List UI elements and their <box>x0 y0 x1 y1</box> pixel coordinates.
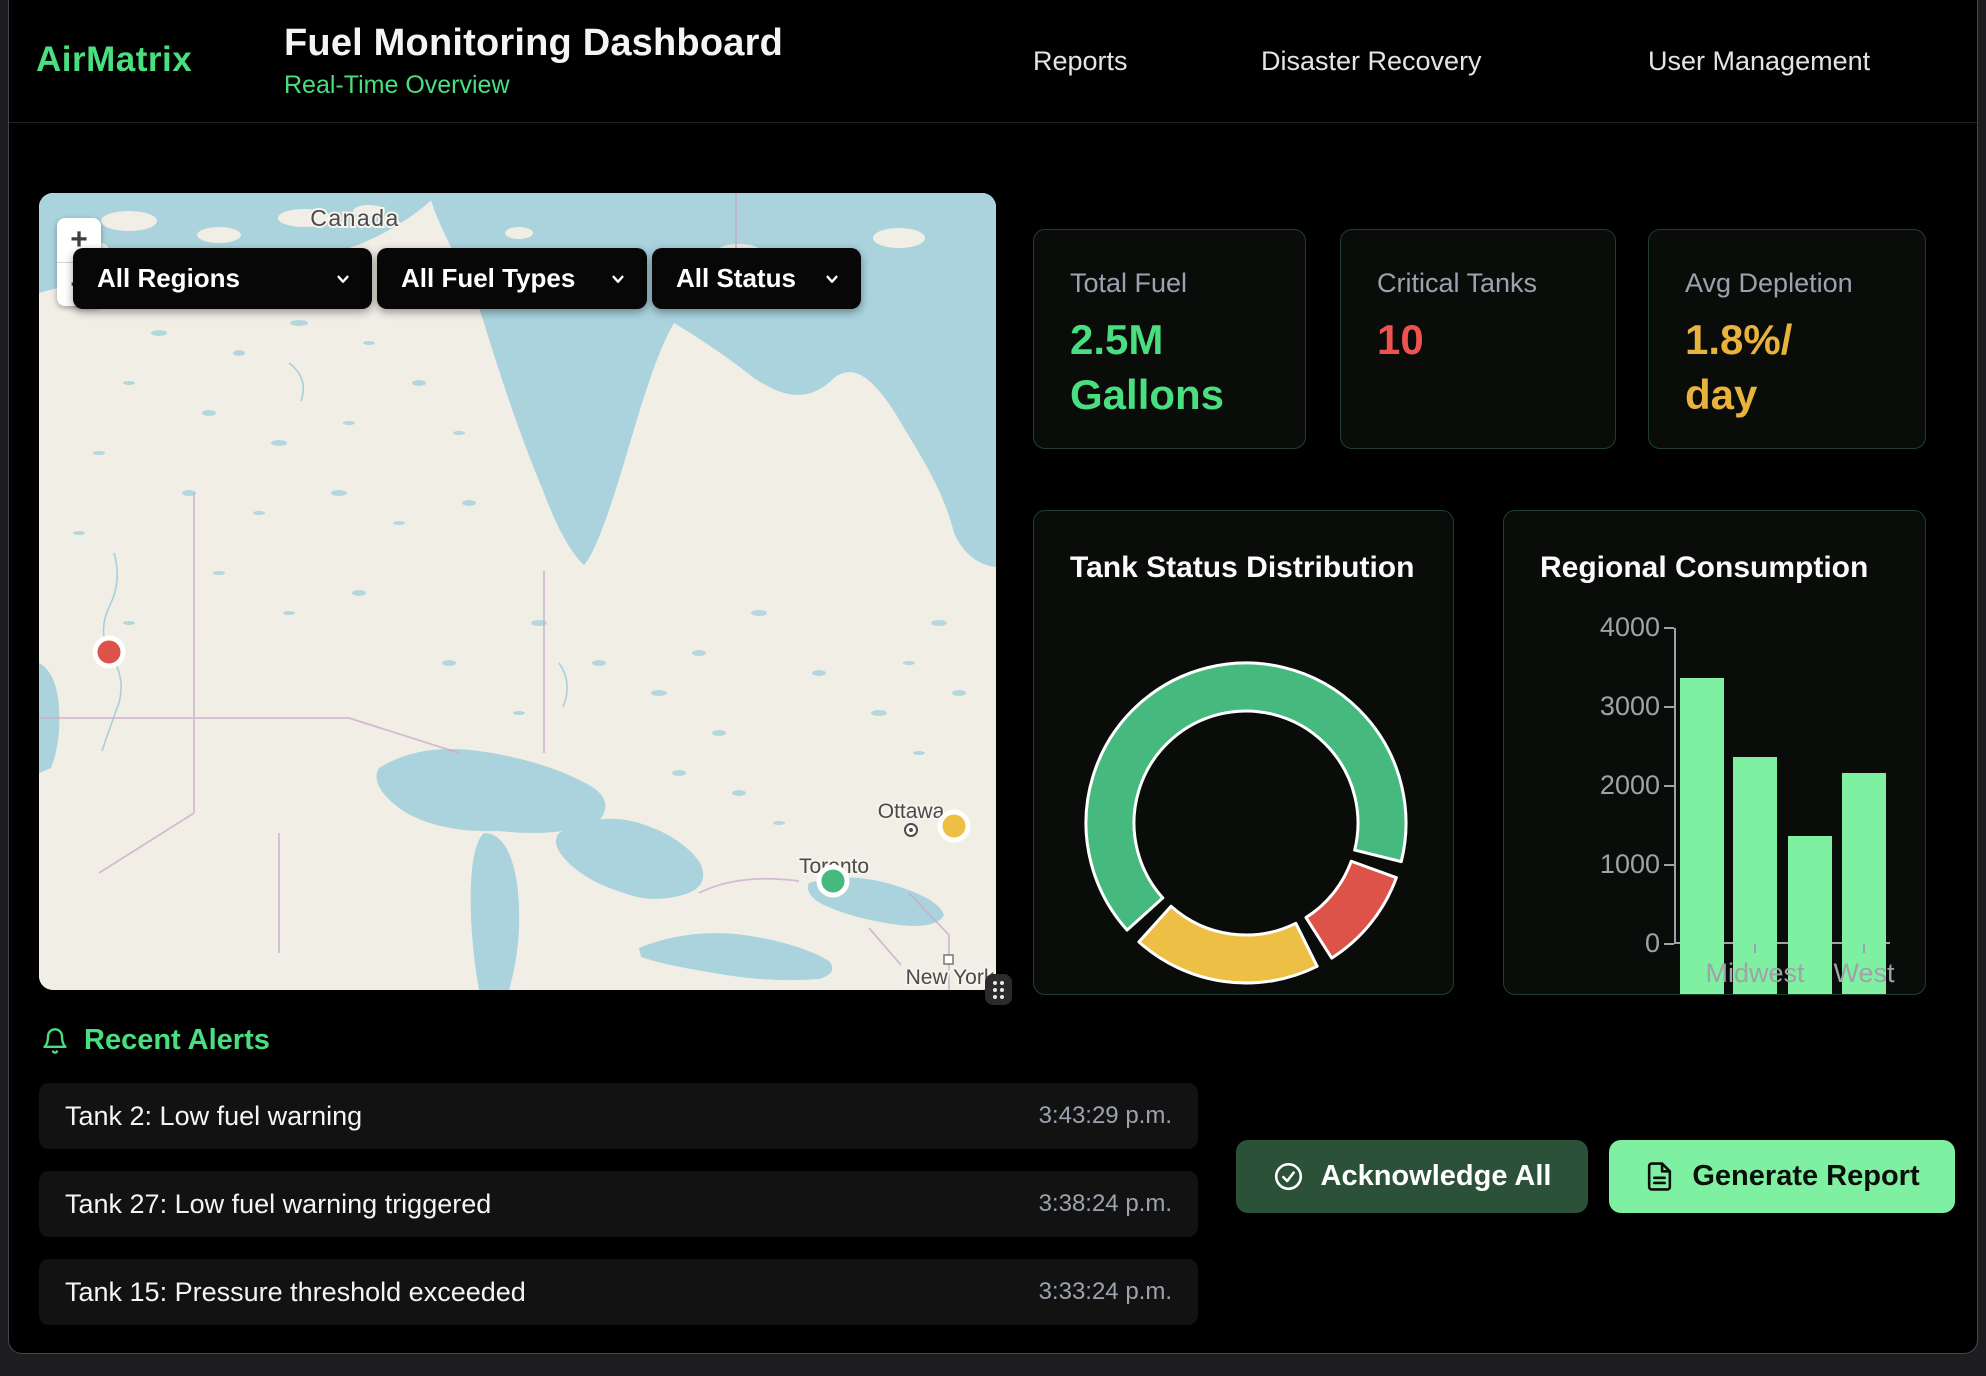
y-axis-tick <box>1664 864 1674 866</box>
chevron-down-icon <box>607 268 629 290</box>
map-resize-handle[interactable] <box>985 974 1012 1005</box>
regional-consumption-bar-chart: 01000200030004000MidwestWest <box>1504 511 1925 994</box>
donut-segment-red-segment <box>1306 861 1396 958</box>
city-label-ottawa: Ottawa <box>878 800 945 823</box>
y-axis-tick-label: 1000 <box>1532 849 1660 880</box>
alerts-header: Recent Alerts <box>41 1024 270 1057</box>
file-document-icon <box>1644 1161 1675 1192</box>
nav-user-management[interactable]: User Management <box>1648 46 1870 77</box>
stat-card-critical-tanks: Critical Tanks 10 <box>1340 229 1616 449</box>
y-axis-tick <box>1664 943 1674 945</box>
page-title: Fuel Monitoring Dashboard <box>284 22 783 65</box>
tank-marker-warning[interactable] <box>940 812 968 840</box>
generate-report-button[interactable]: Generate Report <box>1609 1140 1955 1213</box>
page-subtitle: Real-Time Overview <box>284 71 783 100</box>
city-label-new-york: New York <box>906 966 995 989</box>
brand-logo[interactable]: AirMatrix <box>36 40 192 80</box>
map-canvas: Canada Ottawa Toronto New York <box>39 193 996 990</box>
chevron-down-icon <box>332 268 354 290</box>
alert-row: Tank 2: Low fuel warning 3:43:29 p.m. <box>39 1083 1198 1149</box>
status-filter-label: All Status <box>676 263 796 294</box>
tank-marker-normal[interactable] <box>819 867 847 895</box>
stat-value: 1.8%/​day <box>1685 313 1835 422</box>
y-axis-tick <box>1664 706 1674 708</box>
y-axis-tick-label: 4000 <box>1532 612 1660 643</box>
map-panel[interactable]: Canada Ottawa Toronto New York + − All R… <box>39 193 996 990</box>
y-axis-tick <box>1664 627 1674 629</box>
new-york-city-dot <box>944 955 953 964</box>
regional-consumption-panel: Regional Consumption 01000200030004000Mi… <box>1503 510 1926 995</box>
generate-report-label: Generate Report <box>1692 1160 1919 1193</box>
status-filter-dropdown[interactable]: All Status <box>652 248 861 309</box>
stat-label: Total Fuel <box>1070 268 1305 299</box>
map-filterbar: All Regions All Fuel Types All Status <box>73 248 861 309</box>
region-filter-dropdown[interactable]: All Regions <box>73 248 372 309</box>
nav-disaster-recovery[interactable]: Disaster Recovery <box>1261 46 1482 77</box>
alert-time: 3:33:24 p.m. <box>1039 1278 1172 1306</box>
alert-text: Tank 2: Low fuel warning <box>65 1101 362 1132</box>
stat-card-avg-depletion: Avg Depletion 1.8%/​day <box>1648 229 1926 449</box>
stat-value: 2.5M Gallons <box>1070 313 1280 422</box>
title-block: Fuel Monitoring Dashboard Real-Time Over… <box>284 22 783 100</box>
donut-segment-yellow-segment <box>1139 906 1317 983</box>
bell-icon <box>41 1027 69 1055</box>
tank-marker-critical[interactable] <box>95 638 123 666</box>
check-circle-icon <box>1273 1161 1304 1192</box>
alerts-title: Recent Alerts <box>84 1024 270 1057</box>
x-axis-tick-label: West <box>1794 958 1934 989</box>
x-axis-tick <box>1863 944 1865 953</box>
y-axis-tick-label: 3000 <box>1532 691 1660 722</box>
alert-time: 3:38:24 p.m. <box>1039 1190 1172 1218</box>
alert-time: 3:43:29 p.m. <box>1039 1102 1172 1130</box>
header: AirMatrix Fuel Monitoring Dashboard Real… <box>9 0 1977 123</box>
y-axis-tick-label: 0 <box>1532 928 1660 959</box>
nav-reports[interactable]: Reports <box>1033 46 1128 77</box>
bar-1 <box>1680 678 1724 994</box>
stat-label: Avg Depletion <box>1685 268 1925 299</box>
acknowledge-all-button[interactable]: Acknowledge All <box>1236 1140 1588 1213</box>
y-axis-tick-label: 2000 <box>1532 770 1660 801</box>
alert-text: Tank 27: Low fuel warning triggered <box>65 1189 491 1220</box>
alert-row: Tank 27: Low fuel warning triggered 3:38… <box>39 1171 1198 1237</box>
country-label-canada: Canada <box>310 205 400 231</box>
alert-text: Tank 15: Pressure threshold exceeded <box>65 1277 526 1308</box>
tank-status-panel: Tank Status Distribution <box>1033 510 1454 995</box>
alert-row: Tank 15: Pressure threshold exceeded 3:3… <box>39 1259 1198 1325</box>
app-window: AirMatrix Fuel Monitoring Dashboard Real… <box>8 0 1978 1354</box>
fuel-type-filter-label: All Fuel Types <box>401 263 575 294</box>
stat-value: 10 <box>1377 313 1615 368</box>
region-filter-label: All Regions <box>97 263 240 294</box>
stat-card-total-fuel: Total Fuel 2.5M Gallons <box>1033 229 1306 449</box>
tank-status-donut-chart <box>1034 511 1455 996</box>
fuel-type-filter-dropdown[interactable]: All Fuel Types <box>377 248 647 309</box>
y-axis-tick <box>1664 785 1674 787</box>
chevron-down-icon <box>821 268 843 290</box>
acknowledge-all-label: Acknowledge All <box>1321 1160 1552 1193</box>
ottawa-city-dot-center <box>909 828 913 832</box>
x-axis-tick <box>1754 944 1756 953</box>
stat-label: Critical Tanks <box>1377 268 1615 299</box>
